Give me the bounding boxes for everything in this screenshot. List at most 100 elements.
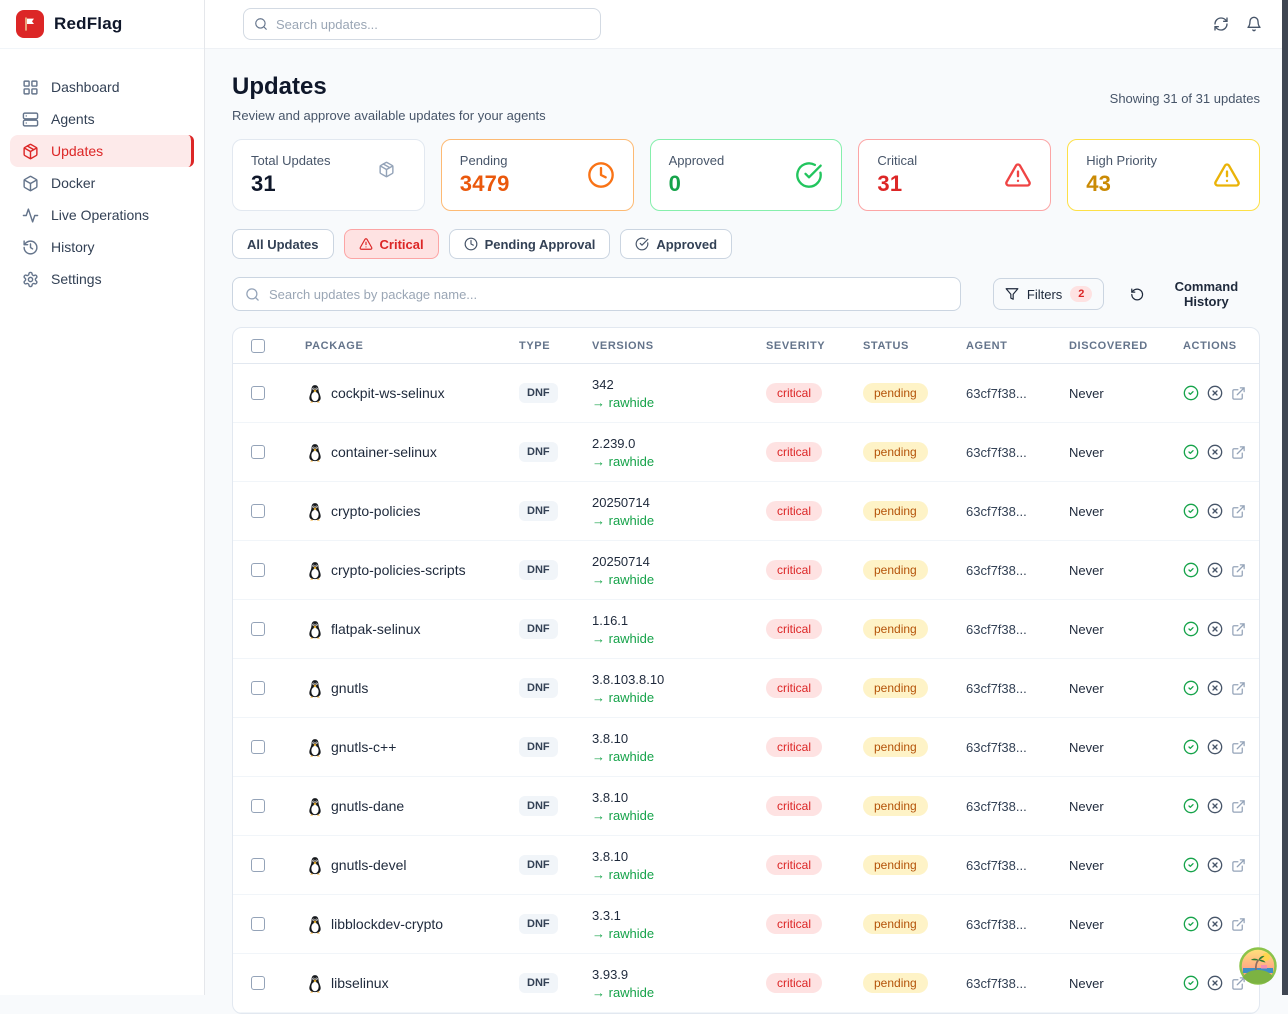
dismiss-button[interactable] — [1207, 739, 1223, 755]
sidebar-item-icon — [22, 239, 39, 256]
row-checkbox[interactable] — [251, 976, 265, 990]
discovered-value: Never — [1045, 799, 1159, 814]
sidebar-item-updates[interactable]: Updates — [10, 135, 194, 167]
column-header-package: PACKAGE — [281, 340, 495, 352]
version-current: 3.8.10 — [592, 849, 742, 864]
agent-id: 63cf7f38... — [942, 563, 1045, 578]
dismiss-button[interactable] — [1207, 857, 1223, 873]
dismiss-button[interactable] — [1207, 798, 1223, 814]
row-checkbox[interactable] — [251, 504, 265, 518]
open-details-button[interactable] — [1231, 916, 1247, 932]
open-details-button[interactable] — [1231, 503, 1247, 519]
open-details-button[interactable] — [1231, 857, 1247, 873]
command-history-label: Command History — [1153, 279, 1260, 309]
circle-check-icon — [1183, 562, 1199, 578]
dismiss-button[interactable] — [1207, 621, 1223, 637]
discovered-value: Never — [1045, 622, 1159, 637]
version-target: → rawhide — [592, 513, 742, 528]
sidebar-item-dashboard[interactable]: Dashboard — [10, 71, 194, 103]
approve-button[interactable] — [1183, 680, 1199, 696]
package-search-input[interactable] — [269, 287, 948, 302]
filter-tab-label: Approved — [656, 237, 717, 252]
circle-check-icon — [1183, 385, 1199, 401]
dismiss-button[interactable] — [1207, 680, 1223, 696]
global-search-input[interactable] — [276, 17, 590, 32]
filter-tab-pending-approval[interactable]: Pending Approval — [449, 229, 611, 259]
filters-label: Filters — [1027, 287, 1062, 302]
select-all-checkbox[interactable] — [251, 339, 265, 353]
row-checkbox[interactable] — [251, 858, 265, 872]
open-details-button[interactable] — [1231, 680, 1247, 696]
dismiss-button[interactable] — [1207, 562, 1223, 578]
scrollbar[interactable] — [1282, 0, 1288, 995]
discovered-value: Never — [1045, 681, 1159, 696]
approve-button[interactable] — [1183, 503, 1199, 519]
global-search[interactable] — [243, 8, 601, 40]
sidebar-item-label: History — [51, 239, 95, 255]
sidebar-item-history[interactable]: History — [10, 231, 194, 263]
approve-button[interactable] — [1183, 562, 1199, 578]
column-header-severity: SEVERITY — [742, 340, 839, 352]
sidebar-item-agents[interactable]: Agents — [10, 103, 194, 135]
filter-tab-all-updates[interactable]: All Updates — [232, 229, 334, 259]
sidebar-item-live-operations[interactable]: Live Operations — [10, 199, 194, 231]
open-details-button[interactable] — [1231, 444, 1247, 460]
table-row: libselinux DNF 3.93.9 → rawhide critical… — [233, 954, 1259, 1013]
dismiss-button[interactable] — [1207, 385, 1223, 401]
sidebar-item-docker[interactable]: Docker — [10, 167, 194, 199]
open-details-button[interactable] — [1231, 739, 1247, 755]
filter-tab-approved[interactable]: Approved — [620, 229, 732, 259]
approve-button[interactable] — [1183, 916, 1199, 932]
approve-button[interactable] — [1183, 975, 1199, 991]
app-title: RedFlag — [54, 14, 122, 34]
open-details-button[interactable] — [1231, 798, 1247, 814]
command-history-button[interactable]: Command History — [1130, 279, 1260, 309]
external-link-icon — [1231, 622, 1246, 637]
filter-tab-label: Pending Approval — [485, 237, 596, 252]
version-current: 3.93.9 — [592, 967, 742, 982]
dismiss-button[interactable] — [1207, 503, 1223, 519]
refresh-icon — [1213, 16, 1229, 32]
dismiss-button[interactable] — [1207, 975, 1223, 991]
circle-check-icon — [1183, 444, 1199, 460]
agent-id: 63cf7f38... — [942, 445, 1045, 460]
row-checkbox[interactable] — [251, 917, 265, 931]
island-overlay-icon[interactable] — [1239, 947, 1277, 985]
severity-badge: critical — [766, 855, 822, 875]
rotate-ccw-icon — [1130, 287, 1144, 302]
sidebar-item-label: Settings — [51, 271, 102, 287]
sidebar-item-settings[interactable]: Settings — [10, 263, 194, 295]
package-search[interactable] — [232, 277, 961, 311]
row-checkbox[interactable] — [251, 681, 265, 695]
row-checkbox[interactable] — [251, 622, 265, 636]
stat-icon — [1004, 161, 1032, 189]
open-details-button[interactable] — [1231, 562, 1247, 578]
row-checkbox[interactable] — [251, 799, 265, 813]
table-header-row: PACKAGETYPEVERSIONSSEVERITYSTATUSAGENTDI… — [233, 328, 1259, 364]
table-row: flatpak-selinux DNF 1.16.1 → rawhide cri… — [233, 600, 1259, 659]
row-checkbox[interactable] — [251, 740, 265, 754]
sidebar-item-label: Live Operations — [51, 207, 149, 223]
agent-id: 63cf7f38... — [942, 622, 1045, 637]
severity-badge: critical — [766, 619, 822, 639]
circle-x-icon — [1207, 621, 1223, 637]
version-current: 3.8.10 — [592, 731, 742, 746]
approve-button[interactable] — [1183, 621, 1199, 637]
row-checkbox[interactable] — [251, 386, 265, 400]
refresh-button[interactable] — [1213, 16, 1229, 32]
row-checkbox[interactable] — [251, 563, 265, 577]
stat-value: 3479 — [460, 171, 510, 197]
dismiss-button[interactable] — [1207, 444, 1223, 460]
open-details-button[interactable] — [1231, 621, 1247, 637]
open-details-button[interactable] — [1231, 385, 1247, 401]
approve-button[interactable] — [1183, 739, 1199, 755]
notifications-button[interactable] — [1246, 16, 1262, 32]
filters-button[interactable]: Filters 2 — [993, 278, 1105, 310]
filter-tab-critical[interactable]: Critical — [344, 229, 439, 259]
approve-button[interactable] — [1183, 857, 1199, 873]
approve-button[interactable] — [1183, 444, 1199, 460]
approve-button[interactable] — [1183, 385, 1199, 401]
approve-button[interactable] — [1183, 798, 1199, 814]
dismiss-button[interactable] — [1207, 916, 1223, 932]
row-checkbox[interactable] — [251, 445, 265, 459]
